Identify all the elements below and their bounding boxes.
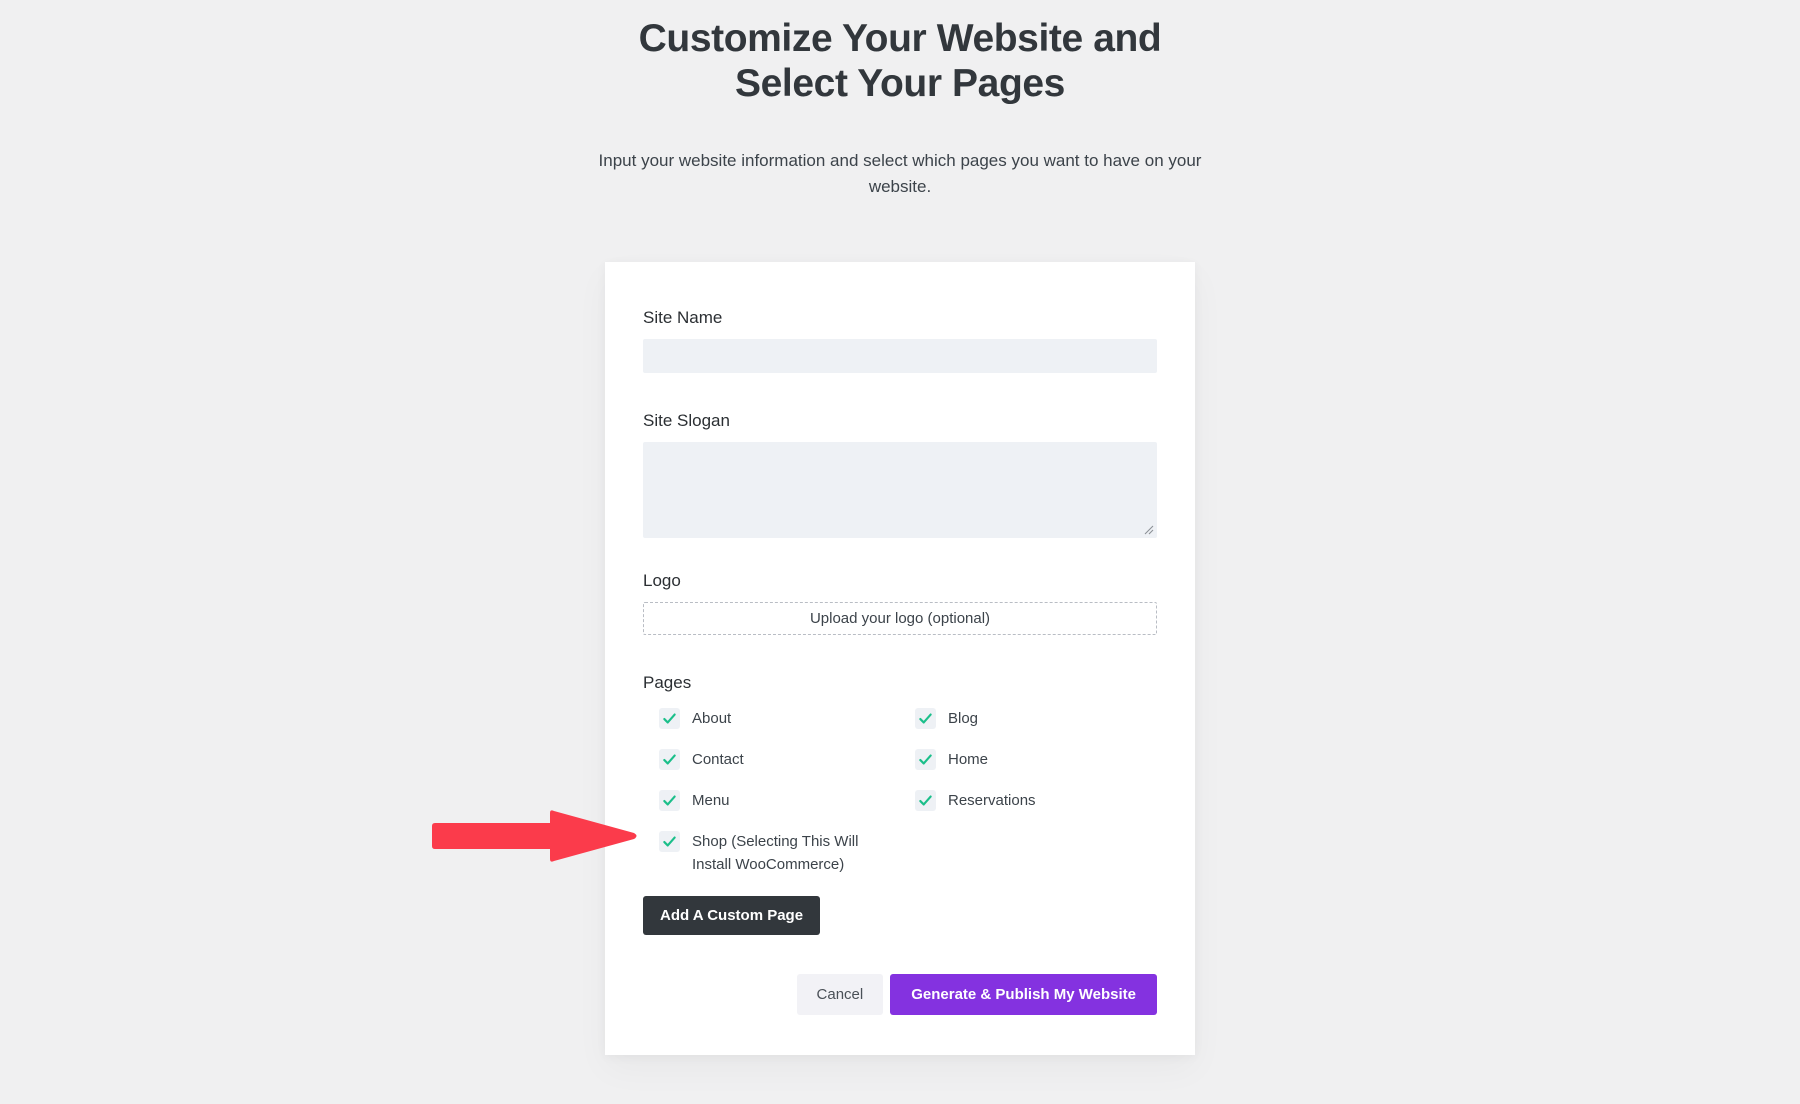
customization-card: Site Name Site Slogan Logo Upload your l…: [605, 262, 1195, 1055]
page-option-about[interactable]: About: [659, 707, 901, 748]
pages-checkbox-grid: About Blog Contact Home Menu Reservation…: [643, 707, 1157, 882]
action-row: Cancel Generate & Publish My Website: [643, 974, 1157, 1015]
page-header: Customize Your Website and Select Your P…: [590, 0, 1210, 199]
page-option-contact[interactable]: Contact: [659, 748, 901, 789]
site-name-group: Site Name: [643, 308, 1157, 373]
checkmark-icon[interactable]: [659, 790, 680, 811]
grid-filler: [915, 830, 1157, 882]
cancel-button[interactable]: Cancel: [796, 974, 884, 1015]
page-option-label: Contact: [692, 751, 744, 768]
checkmark-icon[interactable]: [659, 708, 680, 729]
page-option-menu[interactable]: Menu: [659, 789, 901, 830]
checkmark-icon[interactable]: [915, 749, 936, 770]
page-option-label: Menu: [692, 792, 730, 809]
checkmark-icon[interactable]: [659, 831, 680, 852]
page-option-label: Reservations: [948, 792, 1036, 809]
checkmark-icon[interactable]: [659, 749, 680, 770]
logo-group: Logo Upload your logo (optional): [643, 571, 1157, 635]
page-option-shop[interactable]: Shop (Selecting This Will Install WooCom…: [659, 830, 901, 882]
page-option-home[interactable]: Home: [915, 748, 1157, 789]
checkmark-icon[interactable]: [915, 790, 936, 811]
page-option-reservations[interactable]: Reservations: [915, 789, 1157, 830]
page-option-label: Home: [948, 751, 989, 768]
logo-upload-button[interactable]: Upload your logo (optional): [643, 602, 1157, 635]
site-name-label: Site Name: [643, 308, 723, 327]
page-option-label: Blog: [948, 710, 979, 727]
site-slogan-textarea[interactable]: [643, 442, 1157, 538]
logo-label: Logo: [643, 571, 681, 590]
page-title: Customize Your Website and Select Your P…: [638, 17, 1162, 106]
site-slogan-group: Site Slogan: [643, 411, 1157, 538]
add-custom-page-button[interactable]: Add A Custom Page: [643, 896, 821, 935]
page-subtitle: Input your website information and selec…: [598, 151, 1202, 196]
page-option-label: About: [692, 710, 732, 727]
site-slogan-label: Site Slogan: [643, 411, 730, 430]
generate-publish-button[interactable]: Generate & Publish My Website: [890, 974, 1157, 1015]
checkmark-icon[interactable]: [915, 708, 936, 729]
customization-card-wrapper: Site Name Site Slogan Logo Upload your l…: [605, 262, 1195, 1055]
logo-upload-label: Upload your logo (optional): [809, 610, 991, 627]
page-option-label: Shop (Selecting This Will Install WooCom…: [692, 833, 859, 874]
pages-label: Pages: [643, 673, 692, 692]
pages-group: Pages About Blog Contact Home Menu Reser…: [643, 673, 1157, 882]
page-option-blog[interactable]: Blog: [915, 707, 1157, 748]
site-name-input[interactable]: [643, 339, 1157, 373]
app-root: Customize Your Website and Select Your P…: [0, 0, 1800, 1104]
site-slogan-wrapper: [643, 442, 1157, 538]
